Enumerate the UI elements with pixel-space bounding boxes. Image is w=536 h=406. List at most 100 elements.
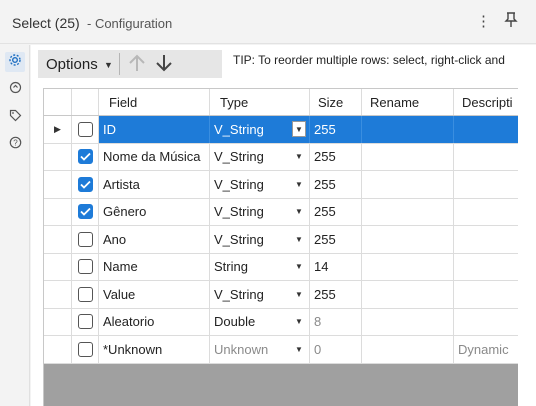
field-description-cell[interactable] bbox=[454, 254, 518, 281]
field-name-cell[interactable]: Aleatorio bbox=[99, 308, 210, 335]
arrow-down-icon[interactable] bbox=[154, 52, 174, 79]
row-select-cell bbox=[72, 143, 99, 170]
table-row[interactable]: Aleatorio Double ▼ 8 bbox=[44, 308, 518, 336]
header-type[interactable]: Type bbox=[210, 89, 310, 115]
tool-title: Select (25) bbox=[12, 15, 80, 31]
table-row[interactable]: *Unknown Unknown ▼ 0 Dynamic bbox=[44, 336, 518, 364]
field-name-cell[interactable]: ID bbox=[99, 116, 210, 143]
field-description-cell[interactable] bbox=[454, 144, 518, 171]
type-dropdown-icon[interactable]: ▼ bbox=[292, 231, 306, 247]
field-checkbox[interactable] bbox=[77, 176, 93, 192]
field-type-cell[interactable]: V_String ▼ bbox=[210, 171, 310, 198]
field-type-cell[interactable]: V_String ▼ bbox=[210, 198, 310, 225]
row-select-cell bbox=[72, 281, 99, 308]
table-row[interactable]: Value V_String ▼ 255 bbox=[44, 281, 518, 309]
field-size-cell[interactable]: 255 bbox=[310, 116, 362, 143]
field-type-cell[interactable]: V_String ▼ bbox=[210, 281, 310, 308]
field-rename-cell[interactable] bbox=[362, 198, 454, 225]
header-description[interactable]: Descripti bbox=[454, 89, 518, 115]
configuration-tab[interactable] bbox=[5, 52, 25, 72]
header-size[interactable]: Size bbox=[310, 89, 362, 115]
field-rename-cell[interactable] bbox=[362, 253, 454, 280]
field-description-cell[interactable] bbox=[454, 199, 518, 226]
field-size-cell[interactable]: 255 bbox=[310, 171, 362, 198]
annotation-tab[interactable] bbox=[5, 108, 25, 128]
field-size-cell[interactable]: 14 bbox=[310, 253, 362, 280]
field-size-cell[interactable]: 0 bbox=[310, 336, 362, 363]
field-description-cell[interactable] bbox=[454, 171, 518, 198]
title-bar: Select (25) - Configuration ⋮ bbox=[0, 0, 536, 44]
field-size-cell[interactable]: 255 bbox=[310, 226, 362, 253]
field-name-cell[interactable]: *Unknown bbox=[99, 336, 210, 363]
type-dropdown-icon[interactable]: ▼ bbox=[292, 341, 306, 357]
table-row[interactable]: Artista V_String ▼ 255 bbox=[44, 171, 518, 199]
type-dropdown-icon[interactable]: ▼ bbox=[292, 259, 306, 275]
field-description-cell[interactable]: Dynamic bbox=[454, 336, 518, 363]
type-dropdown-icon[interactable]: ▼ bbox=[292, 176, 306, 192]
header-field[interactable]: Field bbox=[99, 89, 210, 115]
field-checkbox[interactable] bbox=[77, 314, 93, 330]
options-button[interactable]: Options bbox=[46, 56, 98, 73]
type-dropdown-icon[interactable]: ▼ bbox=[292, 314, 306, 330]
field-description-cell[interactable] bbox=[454, 116, 518, 143]
field-rename-cell[interactable] bbox=[362, 308, 454, 335]
field-checkbox[interactable] bbox=[77, 149, 93, 165]
type-dropdown-icon[interactable]: ▼ bbox=[292, 121, 306, 137]
field-name-cell[interactable]: Ano bbox=[99, 226, 210, 253]
field-name-cell[interactable]: Value bbox=[99, 281, 210, 308]
row-pointer bbox=[44, 336, 72, 363]
arrow-up-icon[interactable] bbox=[127, 52, 147, 79]
row-select-cell bbox=[72, 171, 99, 198]
field-type-cell[interactable]: V_String ▼ bbox=[210, 226, 310, 253]
table-row[interactable]: ▶ ID V_String ▼ 255 bbox=[44, 116, 518, 144]
type-dropdown-icon[interactable]: ▼ bbox=[292, 286, 306, 302]
type-dropdown-icon[interactable]: ▼ bbox=[292, 149, 306, 165]
table-row[interactable]: Gênero V_String ▼ 255 bbox=[44, 198, 518, 226]
field-rename-cell[interactable] bbox=[362, 171, 454, 198]
field-rename-cell[interactable] bbox=[362, 116, 454, 143]
chevron-down-icon[interactable]: ▼ bbox=[104, 60, 113, 70]
field-rename-cell[interactable] bbox=[362, 226, 454, 253]
table-row[interactable]: Nome da Música V_String ▼ 255 bbox=[44, 143, 518, 171]
table-row[interactable]: Name String ▼ 14 bbox=[44, 253, 518, 281]
table-row[interactable]: Ano V_String ▼ 255 bbox=[44, 226, 518, 254]
field-rename-cell[interactable] bbox=[362, 336, 454, 363]
field-checkbox[interactable] bbox=[77, 341, 93, 357]
field-checkbox[interactable] bbox=[77, 231, 93, 247]
field-name-cell[interactable]: Nome da Música bbox=[99, 143, 210, 170]
field-name-cell[interactable]: Name bbox=[99, 253, 210, 280]
field-type-cell[interactable]: Double ▼ bbox=[210, 308, 310, 335]
field-size-cell[interactable]: 255 bbox=[310, 198, 362, 225]
field-checkbox[interactable] bbox=[77, 259, 93, 275]
pin-icon[interactable] bbox=[504, 12, 518, 32]
field-type-cell[interactable]: V_String ▼ bbox=[210, 116, 310, 143]
header-rename[interactable]: Rename bbox=[362, 89, 454, 115]
row-pointer: ▶ bbox=[44, 116, 72, 143]
field-type-cell[interactable]: V_String ▼ bbox=[210, 143, 310, 170]
field-rename-cell[interactable] bbox=[362, 281, 454, 308]
more-options-icon[interactable]: ⋮ bbox=[476, 12, 491, 30]
gear-icon bbox=[8, 53, 22, 72]
row-pointer bbox=[44, 198, 72, 225]
field-size-cell[interactable]: 255 bbox=[310, 281, 362, 308]
field-description-cell[interactable] bbox=[454, 281, 518, 308]
refresh-tab[interactable] bbox=[5, 80, 25, 100]
row-select-cell bbox=[72, 308, 99, 335]
field-checkbox[interactable] bbox=[77, 286, 93, 302]
field-checkbox[interactable] bbox=[77, 204, 93, 220]
field-description-cell[interactable] bbox=[454, 309, 518, 336]
type-dropdown-icon[interactable]: ▼ bbox=[292, 204, 306, 220]
field-checkbox[interactable] bbox=[77, 121, 93, 137]
field-size-cell[interactable]: 8 bbox=[310, 308, 362, 335]
field-type-cell[interactable]: Unknown ▼ bbox=[210, 336, 310, 363]
field-name-cell[interactable]: Artista bbox=[99, 171, 210, 198]
row-pointer bbox=[44, 253, 72, 280]
field-rename-cell[interactable] bbox=[362, 143, 454, 170]
help-tab[interactable]: ? bbox=[5, 135, 25, 155]
field-description-cell[interactable] bbox=[454, 226, 518, 253]
field-name-cell[interactable]: Gênero bbox=[99, 198, 210, 225]
field-type-cell[interactable]: String ▼ bbox=[210, 253, 310, 280]
refresh-icon bbox=[9, 81, 22, 99]
field-size-cell[interactable]: 255 bbox=[310, 143, 362, 170]
row-pointer bbox=[44, 281, 72, 308]
